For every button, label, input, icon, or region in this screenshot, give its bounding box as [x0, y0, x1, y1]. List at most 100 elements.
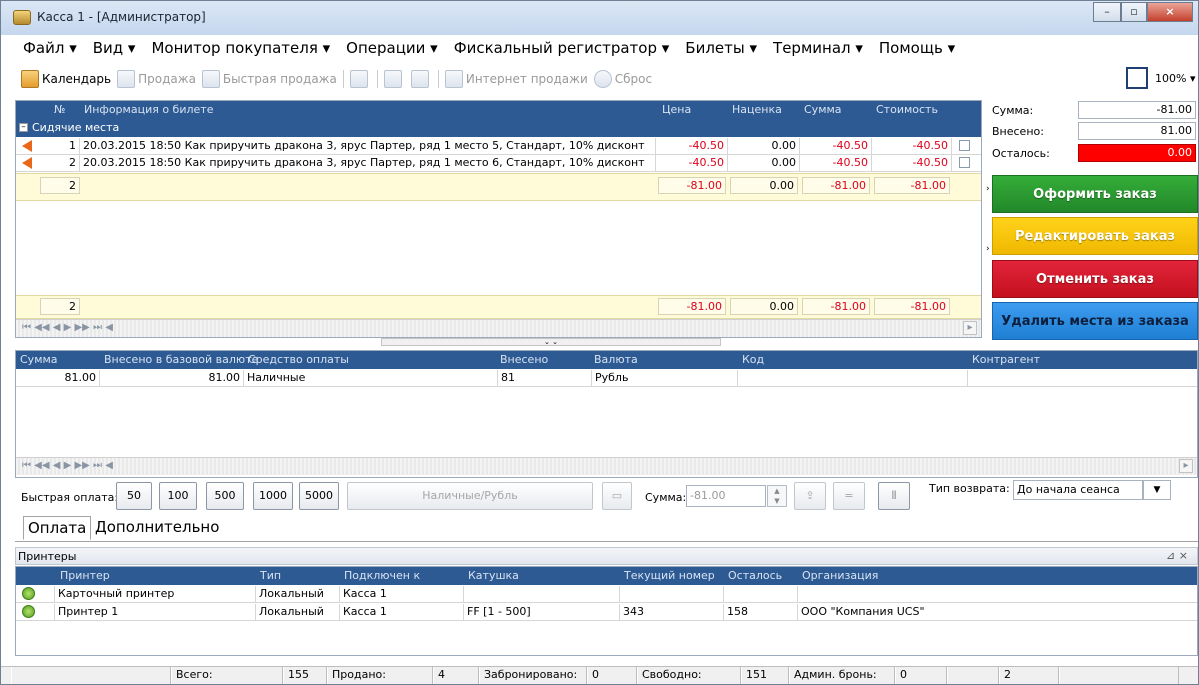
sale-icon: [117, 70, 136, 88]
row-checkbox[interactable]: [959, 140, 970, 151]
col-roll[interactable]: Катушка: [468, 569, 519, 582]
table-row[interactable]: Принтер 1 Локальный Касса 1 FF [1 - 500]…: [16, 604, 1197, 621]
navigator-buttons[interactable]: ⏮ ◀◀ ◀ ▶ ▶▶ ⏭ ◀: [22, 460, 113, 471]
cash-rub-button[interactable]: Наличные/Рубль: [347, 482, 593, 510]
remove-seats-button[interactable]: Удалить места из заказа: [992, 302, 1198, 340]
reset-button[interactable]: Сброс: [593, 70, 652, 88]
col-sum[interactable]: Сумма: [804, 103, 842, 116]
printer-connected: Касса 1: [340, 604, 464, 621]
navigator-buttons[interactable]: ⏮ ◀◀ ◀ ▶ ▶▶ ⏭ ◀: [22, 322, 113, 333]
row-cost: -40.50: [872, 138, 952, 155]
chevron-down-icon[interactable]: ▼: [1143, 480, 1171, 500]
collapse-icon[interactable]: –: [19, 123, 28, 132]
splitter-handle[interactable]: ⌄ ⌄: [381, 338, 721, 346]
pin-close-icon[interactable]: ⊿ ×: [1166, 549, 1188, 562]
col-pay-base[interactable]: Внесено в базовой валюте: [104, 353, 258, 366]
zoom-select[interactable]: 100% ▾: [1155, 72, 1195, 85]
table-row[interactable]: Карточный принтер Локальный Касса 1: [16, 586, 1197, 603]
maximize-button[interactable]: ▫: [1121, 2, 1147, 22]
return-arrow-icon[interactable]: [22, 140, 32, 152]
quickpay-100-button[interactable]: 100: [159, 482, 197, 510]
return-arrow-icon[interactable]: [22, 157, 32, 169]
payments-navigator[interactable]: ⏮ ◀◀ ◀ ▶ ▶▶ ⏭ ◀ ▸: [16, 457, 1197, 475]
internet-sales-button[interactable]: Интернет продажи: [444, 70, 588, 88]
sum-spinner[interactable]: ▲ ▼: [767, 485, 787, 507]
menu-tickets[interactable]: Билеты ▾: [677, 37, 765, 61]
col-num[interactable]: №: [54, 103, 65, 116]
group-row[interactable]: – Сидячие места: [16, 119, 981, 137]
quick-sale-button[interactable]: Быстрая продажа: [201, 70, 337, 88]
expand-arrow-icon[interactable]: ›: [986, 244, 990, 254]
printer-name: Принтер 1: [54, 604, 256, 621]
edit-order-button[interactable]: Редактировать заказ: [992, 217, 1198, 255]
printers-panel-title: Принтеры: [18, 550, 77, 563]
col-pay-paid[interactable]: Внесено: [500, 353, 548, 366]
col-pay-currency[interactable]: Валюта: [594, 353, 638, 366]
table-row[interactable]: 2 20.03.2015 18:50 Как приручить дракона…: [16, 155, 981, 172]
card-icon[interactable]: ▭: [602, 482, 632, 510]
minimize-button[interactable]: –: [1093, 2, 1121, 22]
row-price: -40.50: [656, 138, 728, 155]
paid-field: 81.00: [1078, 122, 1196, 140]
cancel-order-button[interactable]: Отменить заказ: [992, 260, 1198, 298]
col-pay-counterparty[interactable]: Контрагент: [972, 353, 1040, 366]
menu-operations[interactable]: Операции ▾: [338, 37, 446, 61]
remove-payment-icon[interactable]: =: [833, 482, 865, 510]
menu-help[interactable]: Помощь ▾: [871, 37, 963, 61]
sale-button[interactable]: Продажа: [117, 70, 196, 88]
scroll-right-icon[interactable]: ▸: [963, 321, 977, 335]
quickpay-sum-field[interactable]: -81.00: [686, 485, 766, 507]
col-pay-method[interactable]: Средство оплаты: [248, 353, 349, 366]
printers-grid: Принтер Тип Подключен к Катушка Текущий …: [15, 566, 1198, 656]
add-payment-icon[interactable]: ⇪: [794, 482, 826, 510]
status-reserved: 0: [587, 667, 637, 684]
row-checkbox[interactable]: [959, 157, 970, 168]
group-label: Сидячие места: [32, 121, 120, 134]
menu-file[interactable]: Файл ▾: [15, 37, 85, 61]
col-connected[interactable]: Подключен к: [344, 569, 420, 582]
status-extra: 2: [999, 667, 1059, 684]
col-org[interactable]: Организация: [802, 569, 878, 582]
toolbar-separator: [376, 70, 378, 88]
col-printer[interactable]: Принтер: [60, 569, 110, 582]
tickets-navigator[interactable]: ⏮ ◀◀ ◀ ▶ ▶▶ ⏭ ◀ ▸: [16, 319, 981, 337]
menu-terminal[interactable]: Терминал ▾: [765, 37, 871, 61]
close-button[interactable]: ×: [1147, 2, 1193, 22]
col-left[interactable]: Осталось: [728, 569, 782, 582]
col-pay-sum[interactable]: Сумма: [20, 353, 58, 366]
preview-button[interactable]: [410, 70, 432, 88]
printer-left: [724, 586, 798, 603]
quickpay-1000-button[interactable]: 1000: [253, 482, 293, 510]
return-type-select[interactable]: До начала сеанса: [1013, 480, 1143, 500]
tabs-baseline: [15, 541, 1198, 542]
excel-button[interactable]: [349, 70, 371, 88]
tab-additional[interactable]: Дополнительно: [91, 516, 223, 540]
status-ok-icon: [22, 587, 35, 600]
barcode-icon[interactable]: ⦀: [878, 482, 910, 510]
place-order-button[interactable]: Оформить заказ: [992, 175, 1198, 213]
col-pay-code[interactable]: Код: [742, 353, 764, 366]
menu-customer-monitor[interactable]: Монитор покупателя ▾: [143, 37, 338, 61]
quickpay-500-button[interactable]: 500: [206, 482, 244, 510]
quickpay-5000-button[interactable]: 5000: [299, 482, 339, 510]
fullscreen-icon[interactable]: [1126, 67, 1148, 89]
table-row[interactable]: 81.00 81.00 Наличные 81 Рубль: [16, 370, 1197, 387]
menu-fiscal-register[interactable]: Фискальный регистратор ▾: [446, 37, 678, 61]
col-info[interactable]: Информация о билете: [84, 103, 213, 116]
expand-arrow-icon[interactable]: ›: [986, 184, 990, 194]
table-row[interactable]: 1 20.03.2015 18:50 Как приручить дракона…: [16, 138, 981, 155]
col-current[interactable]: Текущий номер: [624, 569, 715, 582]
col-price[interactable]: Цена: [662, 103, 691, 116]
row-sum: -40.50: [800, 155, 872, 172]
menu-view[interactable]: Вид ▾: [85, 37, 144, 61]
quickpay-50-button[interactable]: 50: [116, 482, 152, 510]
scroll-right-icon[interactable]: ▸: [1179, 459, 1193, 473]
calendar-button[interactable]: Календарь: [21, 70, 111, 88]
footer-total-row: 2 -81.00 0.00 -81.00 -81.00: [16, 295, 981, 319]
tab-payment[interactable]: Оплата: [23, 516, 92, 540]
col-cost[interactable]: Стоимость: [876, 103, 938, 116]
col-markup[interactable]: Наценка: [732, 103, 782, 116]
col-type[interactable]: Тип: [260, 569, 281, 582]
pay-code: [738, 370, 968, 387]
document-button[interactable]: [383, 70, 405, 88]
